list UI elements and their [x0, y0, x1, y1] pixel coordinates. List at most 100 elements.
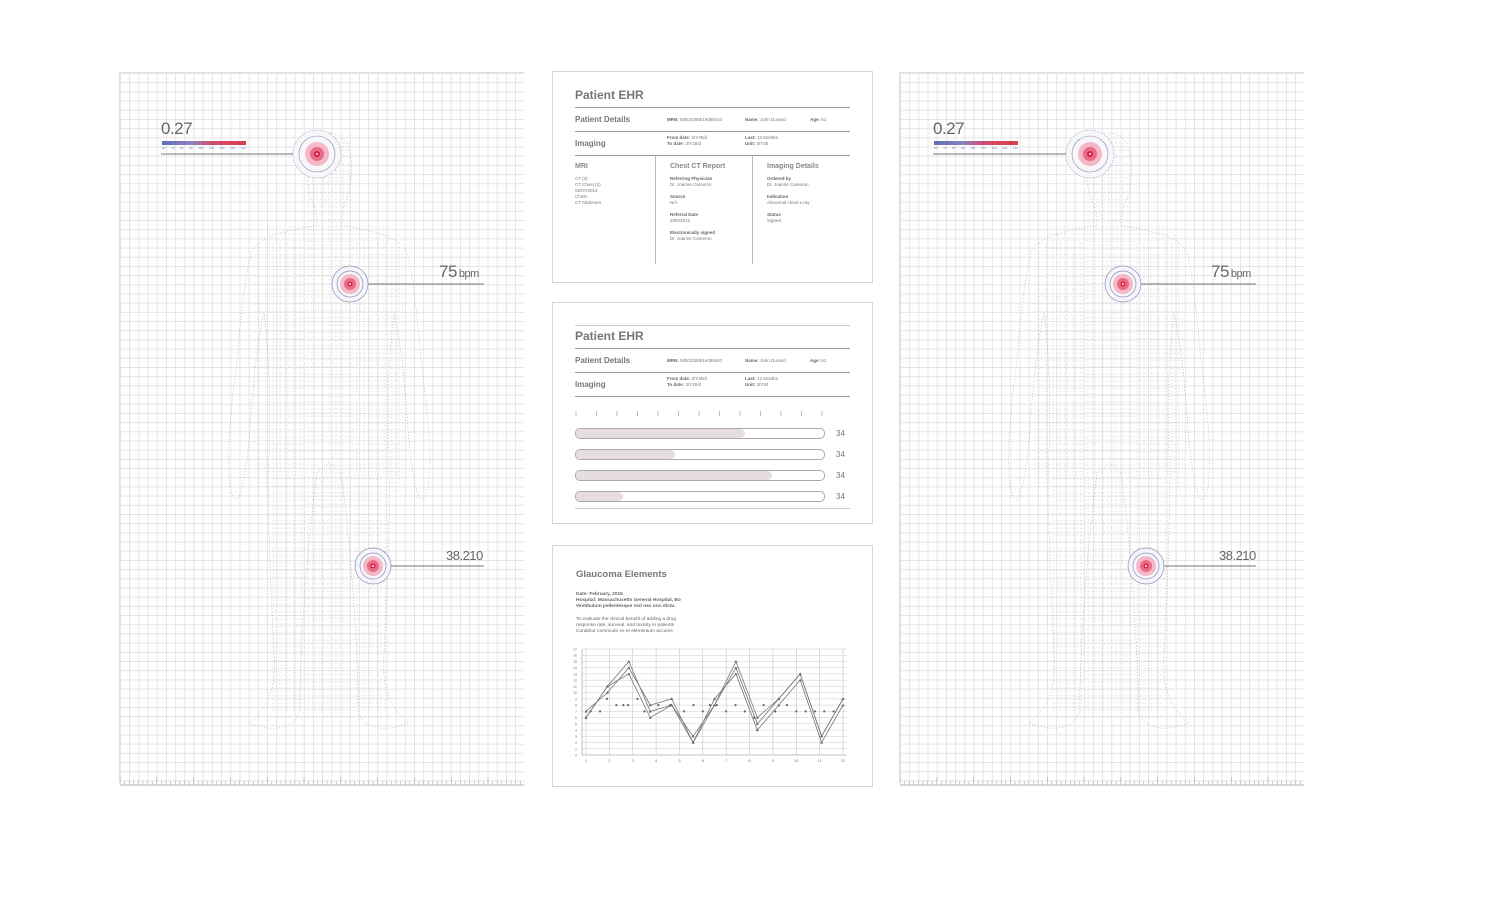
scale-tick: 80 — [952, 146, 956, 150]
scatter-point — [626, 704, 630, 707]
name-field: Name: John Durand — [745, 358, 786, 363]
divider — [575, 131, 850, 132]
knee-metric-value: 38.210 — [1219, 548, 1256, 563]
y-tick-label: 2 — [575, 741, 577, 745]
x-tick-label: 12 — [841, 758, 846, 763]
heart-metric-unit: bpm — [1230, 268, 1251, 280]
patient-ehr-card-imaging[interactable]: Patient EHR Patient Details MRN: 0d8c030… — [552, 71, 873, 283]
scatter-point — [657, 704, 660, 707]
mri-list[interactable]: CT (3) CT Chest (2) 02/07/2012 Chest CT … — [575, 176, 601, 206]
scale-bar — [162, 141, 246, 145]
x-tick-label: 8 — [748, 758, 751, 763]
divider — [575, 372, 850, 373]
ct-report-heading: Chest CT Report — [670, 163, 726, 170]
scale-tick: 60 — [162, 146, 166, 150]
scale-tick: 90 — [189, 146, 193, 150]
scatter-point — [725, 710, 728, 713]
scale-tick: 140 — [1012, 146, 1018, 150]
mri-item[interactable]: CT Abdomen — [575, 200, 601, 206]
divider — [575, 325, 850, 326]
scatter-point — [804, 710, 807, 713]
card-title: Patient EHR — [575, 88, 644, 102]
y-tick-label: 10 — [573, 691, 577, 695]
ct-field: Referring Physician Dr. Joanne Cameron — [670, 176, 713, 187]
y-tick-label: 17 — [573, 648, 577, 652]
body-panel-right: 0.27 60 70 80 90 100 110 120 130 140 75 bpm 38.21… — [899, 72, 1304, 786]
x-tick-label: 11 — [818, 758, 823, 763]
img-field: Status Signed — [767, 212, 782, 223]
y-tick-label: 16 — [573, 654, 577, 658]
y-tick-label: 13 — [573, 672, 577, 676]
scatter-point — [683, 710, 686, 713]
description-line: Curabitur commodo ex et elementum accums — [576, 629, 673, 634]
img-field: Ordered by Dr. Joanne Cameron — [767, 176, 809, 187]
scale-ticks: 60 70 80 90 100 110 120 130 140 — [162, 146, 246, 150]
scatter-point — [774, 710, 777, 713]
heart-metric: 75 bpm — [439, 262, 479, 282]
heart-metric-value: 75 — [1211, 262, 1229, 281]
scatter-point — [643, 710, 646, 713]
divider — [575, 396, 850, 397]
series-line — [585, 666, 844, 738]
scatter-point — [734, 704, 737, 707]
patient-details-label: Patient Details — [575, 356, 631, 365]
progress-bar — [575, 428, 825, 439]
age-field: Age: 61 — [810, 117, 827, 122]
scatter-point — [743, 710, 746, 713]
heart-metric-value: 75 — [439, 262, 457, 281]
mrn-field: MRN: 0d8c0306b1e0584c0 — [667, 117, 723, 122]
progress-bar-value: 34 — [836, 429, 845, 438]
heart-metric-unit: bpm — [458, 268, 479, 280]
glaucoma-line-chart: 012345678910111213141516171 2 3 4 5 6 7 8 9 10 11 1… — [573, 648, 847, 763]
mri-heading: MRI — [575, 163, 588, 170]
ruler — [120, 777, 524, 786]
scale-tick: 110 — [980, 146, 986, 150]
scatter-point — [753, 716, 756, 719]
scatter-point — [598, 710, 602, 713]
scatter-point — [615, 704, 618, 707]
progress-bar-fill — [576, 471, 772, 480]
divider — [575, 155, 850, 156]
y-tick-label: 12 — [573, 679, 577, 683]
x-tick-label: 2 — [608, 758, 611, 763]
scatter-point — [813, 710, 817, 713]
x-tick-label: 5 — [678, 758, 681, 763]
scale-tick: 100 — [198, 146, 204, 150]
scatter-point — [715, 704, 718, 707]
period-info: Last: 12 Months Unit: 3/Y30 — [745, 376, 779, 387]
scatter-point — [823, 710, 826, 713]
imaging-label: Imaging — [575, 380, 606, 389]
name-field: Name: John Durand — [745, 117, 786, 122]
patient-ehr-card-bars[interactable]: Patient EHR Patient Details MRN: 0d8c030… — [552, 302, 873, 524]
progress-bar-value: 34 — [836, 492, 845, 501]
knee-metric-value: 38.210 — [446, 548, 483, 563]
progress-bar-value: 34 — [836, 450, 845, 459]
scatter-point — [669, 704, 672, 707]
scale-tick: 130 — [230, 146, 236, 150]
progress-bar-fill — [576, 429, 745, 438]
y-tick-label: 4 — [575, 729, 577, 733]
description-line: Vestibulum pellentesque nisl nec orci di… — [576, 604, 676, 609]
progress-bar-value: 34 — [836, 471, 845, 480]
progress-bar-fill — [576, 492, 624, 501]
scatter-point — [636, 697, 639, 700]
body-wireframe-figure — [161, 129, 484, 729]
ct-field: Source N/A — [670, 194, 686, 205]
x-tick-label: 6 — [702, 758, 705, 763]
scatter-point — [708, 704, 711, 707]
date-range: From date: 3/Y30/d To date: 3/Y30/d — [667, 376, 708, 387]
heart-metric: 75 bpm — [1211, 262, 1251, 282]
scale-tick: 130 — [1002, 146, 1008, 150]
head-metric-value: 0.27 — [161, 119, 193, 138]
body-panel-left: 0.27 60 70 80 90 100 110 120 130 140 75 bpm 38.21… — [119, 72, 524, 786]
y-tick-label: 9 — [575, 697, 577, 701]
scatter-point — [762, 704, 765, 707]
mrn-field: MRN: 0d8c0306b1e0584c0 — [667, 358, 723, 363]
x-tick-label: 1 — [585, 758, 588, 763]
y-tick-label: 14 — [573, 666, 577, 670]
scatter-point — [622, 704, 625, 707]
y-tick-label: 7 — [575, 710, 577, 714]
scatter-point — [589, 710, 592, 713]
glaucoma-elements-card[interactable]: Glaucoma Elements Date: February, 2015 H… — [552, 545, 873, 787]
scale-tick: 120 — [219, 146, 225, 150]
